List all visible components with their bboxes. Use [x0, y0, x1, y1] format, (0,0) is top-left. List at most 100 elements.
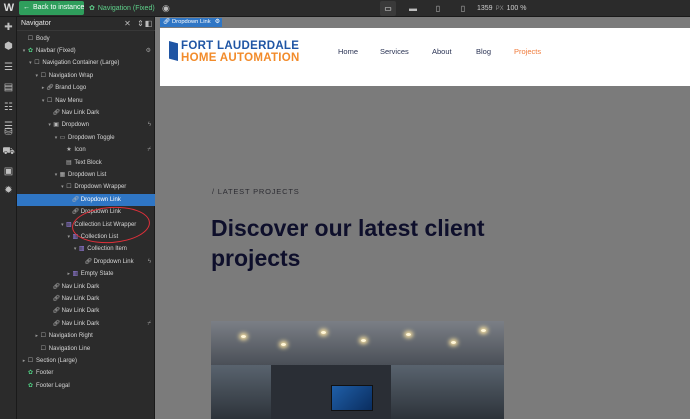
width-unit: PX — [495, 6, 504, 12]
navigator-row-label: Nav Link Dark — [61, 308, 100, 315]
ecommerce-cart-icon[interactable]: ⛟ — [2, 145, 15, 158]
preview-eye-icon[interactable]: ◉ — [162, 3, 172, 13]
navigator-tree-row[interactable]: 🔗︎ Nav Link Dark — [17, 293, 155, 305]
link-icon: 🔗︎ — [84, 258, 93, 265]
symbol-icon: ✿ — [89, 5, 95, 12]
link-icon: 🔗︎ — [52, 295, 61, 302]
navigator-tree-row[interactable]: ▾ ✿ Navbar (Fixed) ⚙ — [17, 45, 155, 57]
section-headline: Discover our latest client projects — [211, 215, 485, 271]
navigator-row-label: Footer Legal — [36, 382, 70, 389]
variables-icon[interactable]: ☷ — [2, 101, 15, 114]
dropdown-icon: ▣ — [53, 122, 59, 129]
navigator-tree-row[interactable]: 🔗︎ Nav Link Dark — [17, 107, 155, 119]
symbol-breadcrumb[interactable]: ✿ Navigation (Fixed) — [89, 0, 155, 17]
navigator-tree-row[interactable]: ▸ ☐ Navigation Right — [17, 330, 155, 342]
cms-database-icon[interactable]: ⛁ — [2, 126, 15, 139]
navigator-row-label: Collection Item — [87, 246, 127, 253]
navigator-tree-row[interactable]: ▸ ▥ Empty State — [17, 268, 155, 280]
element-settings-gear-icon[interactable]: ⚙ — [213, 18, 222, 27]
settings-gear-icon[interactable]: ✹ — [2, 184, 15, 197]
star-icon: ★ — [66, 147, 72, 154]
navigator-tree-row[interactable]: ☐ Body — [17, 33, 155, 45]
settings-gear-icon[interactable]: ⚙ — [146, 45, 151, 57]
navigator-tree-row[interactable]: ▸ 🔗︎ Brand Logo — [17, 82, 155, 94]
navigator-row-label: Dropdown — [61, 122, 89, 129]
box-icon: ☐ — [46, 97, 53, 104]
navigator-row-label: Dropdown Link — [80, 196, 121, 203]
navigator-tree-row[interactable]: ▸ ☐ Section (Large) — [17, 355, 155, 367]
nav-link-projects[interactable]: Projects — [514, 47, 541, 56]
link-icon: 🔗︎ — [52, 308, 61, 315]
text-block-icon: ▤ — [66, 159, 72, 166]
arrow-left-icon: ← — [23, 4, 30, 11]
navigator-tree-row[interactable]: ▾ ▣ Dropdown ϟ — [17, 119, 155, 131]
navigator-row-label: Navigation Wrap — [48, 72, 94, 79]
navigator-tree-row[interactable]: ★ Icon ⌿ — [17, 144, 155, 156]
symbol-icon: ✿ — [27, 47, 34, 54]
unlink-icon[interactable]: ⌿ — [147, 144, 151, 156]
desktop-base-breakpoint-icon[interactable]: ▬ — [405, 1, 421, 16]
selected-element-tag[interactable]: 🔗︎ Dropdown Link — [160, 18, 214, 27]
design-canvas[interactable]: 🔗︎ Dropdown Link ⚙ FORT LAUDERDALE HOME … — [155, 17, 690, 419]
navigator-tree-row[interactable]: 🔗︎ Nav Link Dark — [17, 305, 155, 317]
interaction-bolt-icon[interactable]: ϟ — [148, 256, 151, 268]
back-to-instance-button[interactable]: ← Back to instance — [19, 1, 84, 15]
navigator-tree-row[interactable]: ☐ Navigation Line — [17, 343, 155, 355]
symbol-breadcrumb-label: Navigation (Fixed) — [97, 5, 155, 12]
navigator-icon[interactable]: ☰ — [2, 61, 15, 74]
brand-mark-icon — [169, 41, 178, 61]
photo-light — [321, 331, 326, 334]
navigator-tree-row[interactable]: 🔗︎ Nav Link Dark — [17, 281, 155, 293]
link-icon: 🔗︎ — [52, 320, 61, 327]
navigator-tree-row[interactable]: ▾ ☐ Nav Menu — [17, 95, 155, 107]
photo-light — [281, 343, 286, 346]
interaction-bolt-icon[interactable]: ϟ — [148, 119, 151, 131]
canvas-size-readout[interactable]: 1359 PX 100 % — [477, 0, 526, 17]
nav-link-services[interactable]: Services — [380, 47, 409, 56]
navigator-row-label: Nav Link Dark — [61, 109, 100, 116]
navigator-tree-row[interactable]: 🔗︎ Dropdown Link ϟ — [17, 256, 155, 268]
navigator-row-label: Dropdown Wrapper — [74, 184, 127, 191]
add-panel-icon[interactable]: ✚ — [2, 21, 15, 34]
navigator-tree-row[interactable]: 🔗︎ Nav Link Dark ⌿ — [17, 318, 155, 330]
navigator-row-label: Text Block — [74, 159, 102, 166]
mobile-breakpoint-icon[interactable]: ▯ — [455, 1, 471, 16]
navigator-tree-row[interactable]: 🔗︎ Dropdown Link — [17, 193, 155, 207]
photo-tv — [331, 385, 373, 411]
navigator-tree-row[interactable]: ▾ ▥ Collection Item — [17, 243, 155, 255]
webflow-logo-icon[interactable]: W — [2, 1, 16, 15]
navigator-tree-row[interactable]: ▾ ☐ Navigation Wrap — [17, 70, 155, 82]
desktop-breakpoint-icon[interactable]: ▭ — [380, 1, 396, 16]
link-icon: 🔗︎ — [52, 109, 61, 116]
nav-link-about[interactable]: About — [432, 47, 452, 56]
navigator-tree-row[interactable]: ✿ Footer — [17, 367, 155, 379]
navigator-tree-row[interactable]: ✿ Footer Legal — [17, 380, 155, 392]
photo-window — [391, 365, 504, 419]
navigator-tree-row[interactable]: ▾ ☐ Dropdown Wrapper — [17, 181, 155, 193]
navigator-tree-row[interactable]: ▾ ☐ Navigation Container (Large) — [17, 57, 155, 69]
brand-line-2: HOME AUTOMATION — [181, 52, 300, 64]
navigator-tree-row[interactable]: ▤ Text Block — [17, 157, 155, 169]
unlink-icon[interactable]: ⌿ — [147, 318, 151, 330]
tablet-breakpoint-icon[interactable]: ▯ — [430, 1, 446, 16]
photo-ceiling — [211, 321, 504, 365]
box-icon: ☐ — [40, 345, 46, 352]
assets-icon[interactable]: ▣ — [2, 165, 15, 178]
navigator-tree-row[interactable]: ▾ ▦ Dropdown List — [17, 169, 155, 181]
box-icon: ☐ — [40, 333, 46, 340]
photo-window — [211, 365, 271, 419]
collection-icon: ▥ — [78, 246, 85, 253]
navigator-row-label: Section (Large) — [36, 357, 78, 364]
webflow-designer: W ← Back to instance ✿ Navigation (Fixed) … — [0, 0, 690, 419]
close-icon[interactable]: ✕ — [123, 19, 132, 28]
navigator-tree-row[interactable]: ▾ ▭ Dropdown Toggle — [17, 132, 155, 144]
dock-panel-icon[interactable]: ◧ — [144, 19, 153, 28]
project-photo — [211, 321, 504, 419]
components-icon[interactable]: ⬢ — [2, 40, 15, 53]
navigator-row-label: Dropdown Toggle — [68, 134, 115, 141]
navigator-title: Navigator — [21, 20, 51, 27]
navigator-row-label: Brand Logo — [55, 85, 87, 92]
pages-icon[interactable]: ▤ — [2, 81, 15, 94]
nav-link-home[interactable]: Home — [338, 47, 358, 56]
nav-link-blog[interactable]: Blog — [476, 47, 491, 56]
